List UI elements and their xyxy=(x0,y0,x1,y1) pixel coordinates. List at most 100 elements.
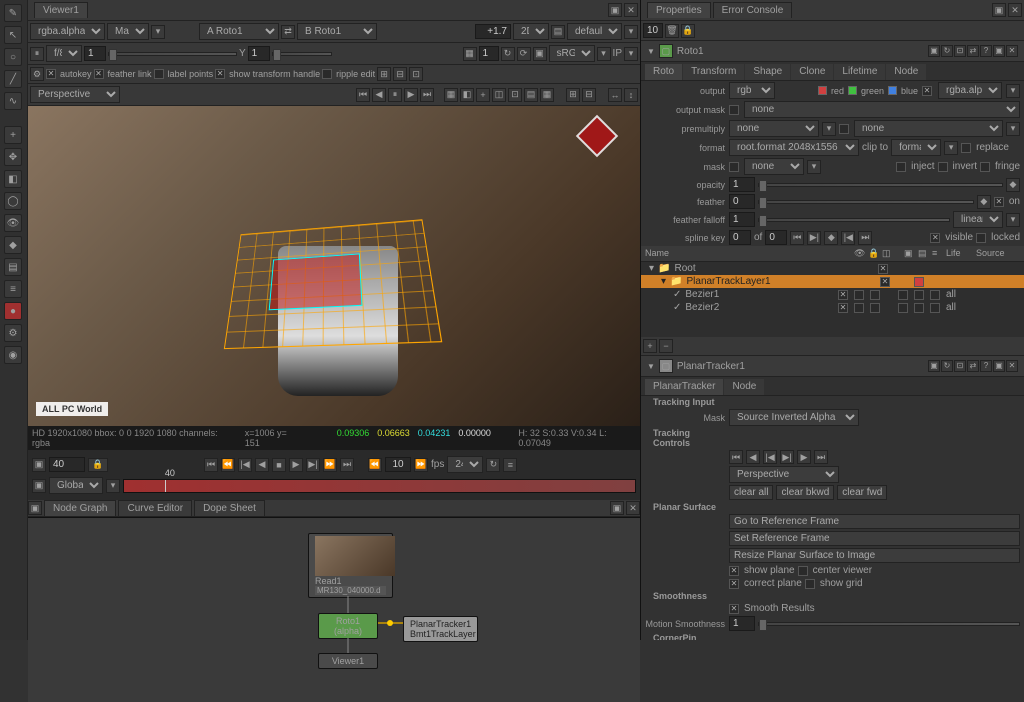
smoothr-check[interactable]: ✕ xyxy=(729,604,739,614)
pi-4-icon[interactable]: ⇄ xyxy=(967,360,979,372)
node-roto[interactable]: Roto1 (alpha) xyxy=(318,613,378,639)
layer-planartrack[interactable]: ▾📁PlanarTrackLayer1 ✕ xyxy=(641,275,1024,288)
omask-select[interactable]: none xyxy=(744,101,1020,118)
v-next-icon[interactable]: ▶ xyxy=(404,88,418,102)
tl-mode-icon[interactable]: ▣ xyxy=(32,458,46,472)
layer-tree[interactable]: ▾📁Root ✕ ▾📁PlanarTrackLayer1 ✕ ✓Bezier1 … xyxy=(641,262,1024,337)
v-1-icon[interactable]: ▦ xyxy=(444,88,458,102)
ip-btn-icon[interactable]: ▾ xyxy=(624,47,638,61)
eye-icon[interactable]: 👁 xyxy=(4,214,22,232)
v-10-icon[interactable]: ↔ xyxy=(608,88,622,102)
viewer-tab[interactable]: Viewer1 xyxy=(34,2,88,18)
ri-6-icon[interactable]: ▣ xyxy=(993,45,1005,57)
centerv-check[interactable] xyxy=(798,566,808,576)
sk-prev-icon[interactable]: ▶| xyxy=(807,231,821,245)
tl-kprev-icon[interactable]: ⏪ xyxy=(221,458,235,472)
channel-btn-icon[interactable]: ▾ xyxy=(151,25,165,39)
tl-mode2-icon[interactable]: ▣ xyxy=(32,479,46,493)
refresh-icon[interactable]: ↻ xyxy=(501,47,515,61)
curve-tool-icon[interactable]: ∿ xyxy=(4,92,22,110)
tl-nextf-icon[interactable]: ▶| xyxy=(306,458,320,472)
tl-lock-icon[interactable]: 🔒 xyxy=(88,458,108,472)
props-tab[interactable]: Properties xyxy=(647,2,711,18)
add-icon[interactable]: + xyxy=(4,126,22,144)
grid-icon[interactable]: ▦ xyxy=(463,47,477,61)
persp-select[interactable]: Perspective xyxy=(729,466,839,483)
showth-check[interactable]: ✕ xyxy=(215,69,225,79)
viewer-canvas[interactable]: ALL PC World xyxy=(28,106,640,426)
falloff-slider[interactable] xyxy=(758,218,950,222)
showg-check[interactable] xyxy=(805,579,815,589)
sk-last-icon[interactable]: ⏭ xyxy=(858,231,872,245)
v-last-icon[interactable]: ⏭ xyxy=(420,88,434,102)
curveed-tab[interactable]: Curve Editor xyxy=(118,500,192,516)
ch-g-icon[interactable] xyxy=(848,86,857,95)
fo-btn-icon[interactable]: ▾ xyxy=(1006,213,1020,227)
clearfwd-button[interactable]: clear fwd xyxy=(837,485,887,500)
pttab-pt[interactable]: PlanarTracker xyxy=(645,379,723,395)
v-9-icon[interactable]: ⊟ xyxy=(582,88,596,102)
swap-icon[interactable]: ⇄ xyxy=(281,25,295,39)
opacity-slider[interactable] xyxy=(758,183,1003,187)
ri-1-icon[interactable]: ▣ xyxy=(928,45,940,57)
autokey-check[interactable]: ✕ xyxy=(46,69,56,79)
replace-check[interactable] xyxy=(961,143,971,153)
clip-btn-icon[interactable]: ▾ xyxy=(944,141,958,155)
pm-check[interactable] xyxy=(839,124,849,134)
fringe-check[interactable] xyxy=(980,162,990,172)
visible-check[interactable]: ✕ xyxy=(930,233,940,243)
opt-b-icon[interactable]: ⊟ xyxy=(393,67,407,81)
select-tool-icon[interactable]: ↖ xyxy=(4,26,22,44)
frame-input[interactable] xyxy=(49,457,85,472)
y-input[interactable] xyxy=(248,46,270,61)
v-11-icon[interactable]: ↕ xyxy=(624,88,638,102)
roto-node-icon[interactable]: ▢ xyxy=(659,44,673,58)
clone-icon[interactable]: ◆ xyxy=(4,236,22,254)
mask-btn-icon[interactable]: ▾ xyxy=(807,160,821,174)
format-select[interactable]: root.format 2048x1556 xyxy=(729,139,859,156)
tl-prev-icon[interactable]: ◀ xyxy=(255,458,269,472)
feather-on-check[interactable]: ✕ xyxy=(994,197,1004,207)
node-viewer[interactable]: Viewer1 xyxy=(318,653,378,669)
rtab-clone[interactable]: Clone xyxy=(791,64,833,80)
rtab-transform[interactable]: Transform xyxy=(683,64,744,80)
cs-btn-icon[interactable]: ▾ xyxy=(597,47,611,61)
mask-select[interactable]: none xyxy=(744,158,804,175)
lock-all-icon[interactable]: 🔒 xyxy=(681,24,695,38)
globe-icon[interactable]: ◉ xyxy=(4,346,22,364)
layer-add-icon[interactable]: + xyxy=(643,339,657,353)
ri-4-icon[interactable]: ⇄ xyxy=(967,45,979,57)
featherlink-check[interactable]: ✕ xyxy=(94,69,104,79)
ch-b-icon[interactable] xyxy=(888,86,897,95)
tl-scope-select[interactable]: Global xyxy=(49,477,103,494)
rtab-shape[interactable]: Shape xyxy=(745,64,790,80)
op-anim-icon[interactable]: ◆ xyxy=(1006,178,1020,192)
tc-stepb-icon[interactable]: |◀ xyxy=(763,450,777,464)
output-select[interactable]: rgb xyxy=(729,82,775,99)
layer-del-icon[interactable]: − xyxy=(659,339,673,353)
sync-icon[interactable]: ⟳ xyxy=(517,47,531,61)
opts-gear-icon[interactable]: ⚙ xyxy=(30,67,44,81)
errcon-tab[interactable]: Error Console xyxy=(713,2,793,18)
sk-first-icon[interactable]: ⏮ xyxy=(790,231,804,245)
tl-v1-icon[interactable]: ▾ xyxy=(106,479,120,493)
y-slider[interactable] xyxy=(272,52,332,56)
tl-rew-icon[interactable]: ⏪ xyxy=(368,458,382,472)
input-b-select[interactable]: B Roto1 xyxy=(297,23,377,40)
ripple-check[interactable] xyxy=(322,69,332,79)
node-planartracker[interactable]: PlanarTracker1 Bmt1TrackLayer xyxy=(403,616,478,642)
labelpts-check[interactable] xyxy=(154,69,164,79)
pi-7-icon[interactable]: ✕ xyxy=(1006,360,1018,372)
channel-select[interactable]: rgba.alpha xyxy=(30,23,105,40)
ng-close-icon[interactable]: ✕ xyxy=(626,501,640,515)
live-icon[interactable]: ▣ xyxy=(533,47,547,61)
spline-tot-input[interactable] xyxy=(765,230,787,245)
sk-key-icon[interactable]: ◆ xyxy=(824,231,838,245)
sk-next-icon[interactable]: |◀ xyxy=(841,231,855,245)
v-8-icon[interactable]: ⊞ xyxy=(566,88,580,102)
lock-icon[interactable]: ▤ xyxy=(551,25,565,39)
layer-select[interactable]: default xyxy=(567,23,622,40)
fval-input[interactable] xyxy=(84,46,106,61)
pi-3-icon[interactable]: ⊡ xyxy=(954,360,966,372)
list-icon[interactable]: ≡ xyxy=(4,280,22,298)
